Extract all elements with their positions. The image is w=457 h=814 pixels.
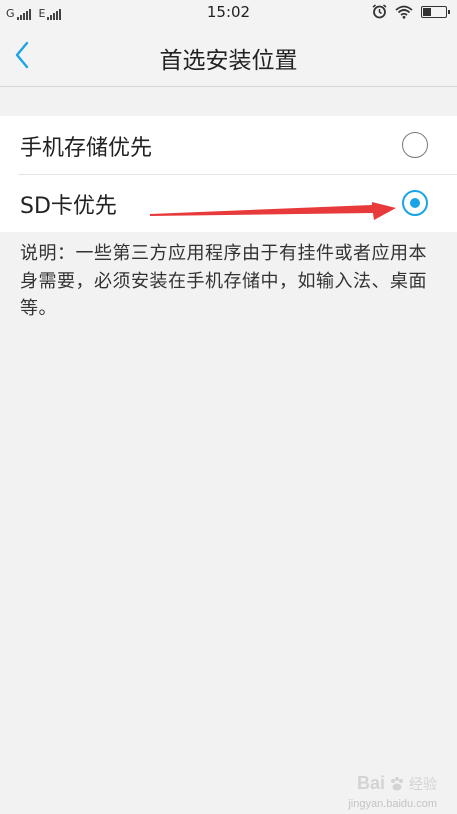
option-label: SD卡优先 bbox=[20, 194, 117, 219]
description-text: 说明：一些第三方应用程序由于有挂件或者应用本身需要，必须安装在手机存储中，如输入… bbox=[20, 243, 427, 319]
option-phone-storage[interactable]: 手机存储优先 bbox=[0, 116, 457, 174]
watermark-brand: Bai bbox=[356, 773, 385, 793]
page-title: 首选安装位置 bbox=[159, 48, 298, 74]
battery-icon bbox=[421, 5, 450, 18]
radio-button-checked[interactable] bbox=[402, 190, 428, 216]
paw-icon bbox=[391, 776, 403, 790]
radio-button-unchecked[interactable] bbox=[402, 132, 428, 158]
app-header: 首选安装位置 bbox=[0, 24, 457, 87]
watermark-url: jingyan.baidu.com bbox=[348, 798, 437, 810]
radio-dot bbox=[410, 198, 420, 208]
option-label: 手机存储优先 bbox=[20, 136, 153, 161]
alarm-icon bbox=[372, 4, 387, 19]
annotation-arrow bbox=[150, 202, 396, 220]
watermark: Bai 经验 bbox=[357, 773, 437, 794]
status-bar: G E 15:02 bbox=[0, 0, 457, 24]
watermark-suffix: 经验 bbox=[409, 776, 437, 793]
wifi-icon bbox=[395, 5, 413, 19]
status-icons bbox=[372, 4, 450, 19]
